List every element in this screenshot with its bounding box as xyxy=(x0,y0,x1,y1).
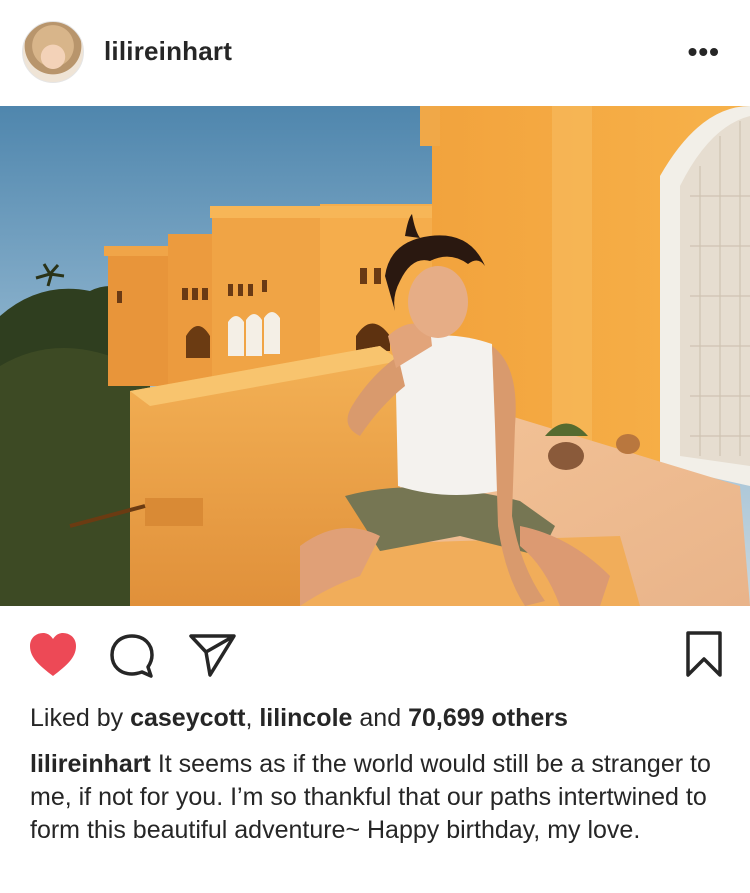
post-caption: lilireinhart It seems as if the world wo… xyxy=(30,748,730,847)
post-header: lilireinhart ••• xyxy=(0,0,750,104)
comment-bubble-icon[interactable] xyxy=(108,632,156,680)
bookmark-icon[interactable] xyxy=(684,630,724,678)
heart-filled-icon[interactable] xyxy=(28,632,78,678)
post-actions-bar xyxy=(0,606,750,696)
liker-link-1[interactable]: caseycott xyxy=(130,704,245,732)
likes-summary: Liked by caseycott, lilincole and 70,699… xyxy=(30,704,568,733)
likes-connector: and xyxy=(359,704,402,732)
likes-separator: , xyxy=(245,704,253,732)
likes-prefix: Liked by xyxy=(30,704,124,732)
profile-avatar[interactable] xyxy=(22,21,84,83)
photo-illustration xyxy=(0,106,750,606)
post-username[interactable]: lilireinhart xyxy=(104,36,232,67)
liker-link-2[interactable]: lilincole xyxy=(259,704,352,732)
paper-plane-icon[interactable] xyxy=(188,632,238,678)
caption-username[interactable]: lilireinhart xyxy=(30,750,151,778)
more-options-icon[interactable]: ••• xyxy=(688,38,720,66)
likes-count-link[interactable]: 70,699 others xyxy=(408,704,568,732)
post-photo[interactable] xyxy=(0,106,750,606)
